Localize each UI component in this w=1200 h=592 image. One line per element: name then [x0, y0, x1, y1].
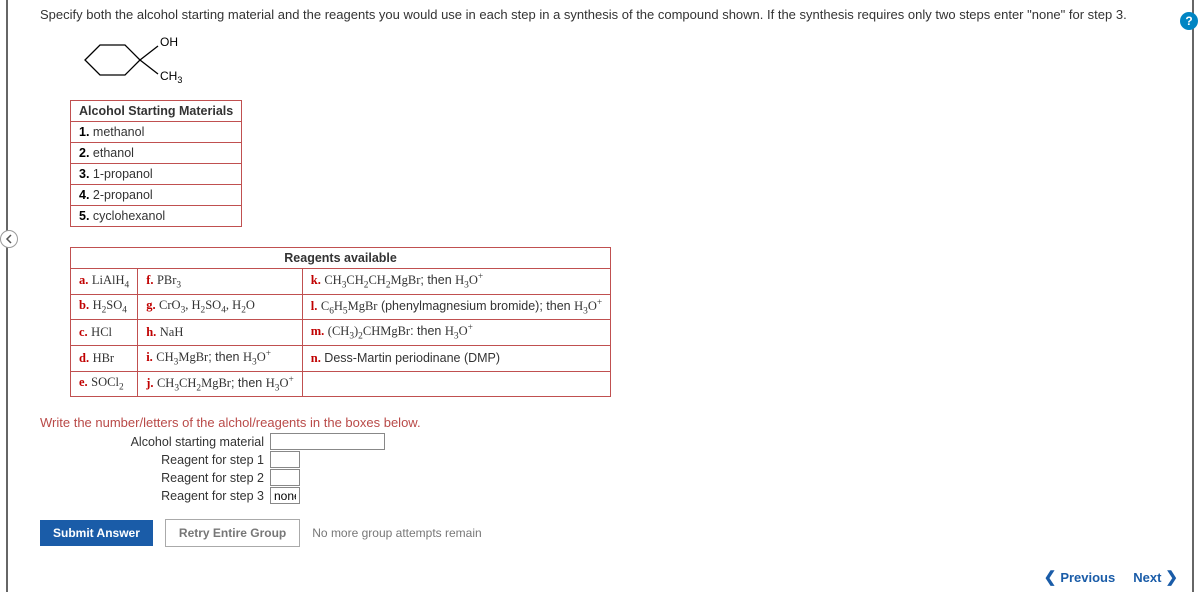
table-row: d. HBr i. CH3MgBr; then H3O+ n. Dess-Mar… [71, 345, 611, 371]
collapse-left-icon[interactable] [0, 230, 18, 248]
molecule-structure: OH CH3 [70, 30, 1180, 90]
nav-footer: ❮ Previous Next ❯ [1044, 568, 1178, 586]
starting-material-input[interactable] [270, 433, 385, 450]
question-content: Specify both the alcohol starting materi… [0, 0, 1200, 547]
reagents-table: Reagents available a. LiAlH4 f. PBr3 k. … [70, 247, 611, 397]
table-row: c. HCl h. NaH m. (CH3)2CHMgBr: then H3O+ [71, 320, 611, 346]
starting-materials-table: Alcohol Starting Materials 1. methanol 2… [70, 100, 242, 227]
table-row: a. LiAlH4 f. PBr3 k. CH3CH2CH2MgBr; then… [71, 269, 611, 295]
reagents-header: Reagents available [71, 248, 611, 269]
table-row: 2. ethanol [71, 143, 242, 164]
chevron-right-icon: ❯ [1165, 568, 1178, 586]
table-row: 4. 2-propanol [71, 185, 242, 206]
step2-input[interactable] [270, 469, 300, 486]
step1-label: Reagent for step 1 [120, 453, 270, 467]
step3-input[interactable] [270, 487, 300, 504]
table-row: 3. 1-propanol [71, 164, 242, 185]
next-button[interactable]: Next ❯ [1133, 568, 1178, 586]
starting-material-label: Alcohol starting material [120, 435, 270, 449]
left-frame-border [0, 0, 8, 592]
svg-text:OH: OH [160, 35, 178, 49]
step2-label: Reagent for step 2 [120, 471, 270, 485]
help-icon[interactable]: ? [1180, 12, 1198, 30]
submit-answer-button[interactable]: Submit Answer [40, 520, 153, 546]
svg-text:CH3: CH3 [160, 69, 182, 85]
chevron-left-icon: ❮ [1044, 568, 1057, 586]
step3-label: Reagent for step 3 [120, 489, 270, 503]
question-prompt: Specify both the alcohol starting materi… [40, 7, 1180, 22]
answer-instruction: Write the number/letters of the alchol/r… [40, 415, 1180, 430]
table-row: 5. cyclohexanol [71, 206, 242, 227]
retry-group-button[interactable]: Retry Entire Group [165, 519, 300, 547]
step1-input[interactable] [270, 451, 300, 468]
table-row: b. H2SO4 g. CrO3, H2SO4, H2O l. C6H5MgBr… [71, 294, 611, 320]
button-row: Submit Answer Retry Entire Group No more… [40, 519, 1180, 547]
table-row: 1. methanol [71, 122, 242, 143]
answer-inputs: Alcohol starting material Reagent for st… [120, 433, 1180, 504]
attempts-remaining-text: No more group attempts remain [312, 526, 481, 540]
materials-header: Alcohol Starting Materials [71, 101, 242, 122]
right-frame-border [1192, 0, 1200, 592]
table-row: e. SOCl2 j. CH3CH2MgBr; then H3O+ [71, 371, 611, 397]
previous-button[interactable]: ❮ Previous [1044, 568, 1116, 586]
